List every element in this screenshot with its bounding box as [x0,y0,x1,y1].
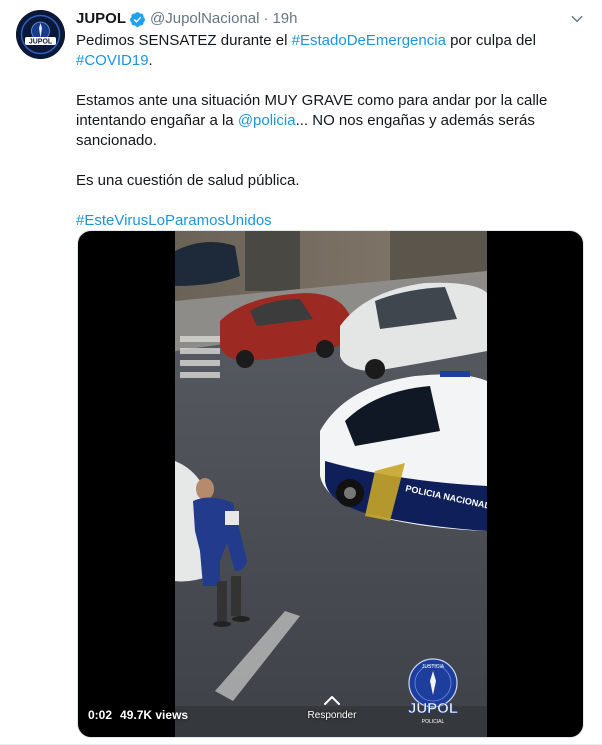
watermark-top-text: JUSTICIA [422,664,445,670]
watermark-bottom-text: POLICIAL [422,719,445,725]
video-stats: 0:02 49.7K views [88,705,188,725]
author-name[interactable]: JUPOL [76,9,126,29]
reply-overlay-button[interactable]: Responder [304,681,360,721]
tweet-card[interactable]: JUPOL JUPOL @JupolNacional · 19h Pedimos… [0,0,602,745]
tweet-paragraph-3: Es una cuestión de salud pública. [76,172,300,189]
tweet-content: JUPOL @JupolNacional · 19h Pedimos SENSA… [76,8,586,231]
avatar[interactable]: JUPOL [16,10,65,59]
separator-dot: · [263,10,269,27]
reply-label: Responder [307,710,357,721]
text-segment: Pedimos SENSATEZ durante el [76,32,292,49]
video-player[interactable]: POLICIA NACIONAL JUSTICIA JUPOL POLICIAL… [77,230,584,738]
video-elapsed-time: 0:02 [88,708,113,722]
author-handle[interactable]: @JupolNacional [150,9,259,29]
jupol-logo-icon: JUPOL [16,10,65,59]
tweet-paragraph-1: Pedimos SENSATEZ durante el #EstadoDeEme… [76,31,586,71]
chevron-up-icon [324,696,340,705]
watermark-main-text: JUPOL [408,700,458,717]
hashtag-link[interactable]: #EsteVirusLoParamosUnidos [76,212,272,229]
text-segment: por culpa del [445,32,536,49]
jupol-watermark-logo: JUSTICIA JUPOL POLICIAL [393,651,473,731]
verified-badge-icon [129,11,146,28]
svg-text:JUPOL: JUPOL [29,39,53,46]
more-options-chevron-icon[interactable] [568,10,586,28]
mention-link[interactable]: @policia [238,112,296,129]
tweet-header: JUPOL @JupolNacional · 19h [76,8,586,30]
video-view-count: 49.7K views [120,708,189,722]
tweet-text: Pedimos SENSATEZ durante el #EstadoDeEme… [76,31,586,231]
hashtag-link[interactable]: #COVID19 [76,52,149,69]
tweet-paragraph-2: Estamos ante una situación MUY GRAVE com… [76,91,586,151]
tweet-paragraph-4: #EsteVirusLoParamosUnidos [76,211,586,231]
hashtag-link[interactable]: #EstadoDeEmergencia [292,32,446,49]
text-segment: . [148,52,153,69]
tweet-timestamp[interactable]: 19h [272,9,297,29]
